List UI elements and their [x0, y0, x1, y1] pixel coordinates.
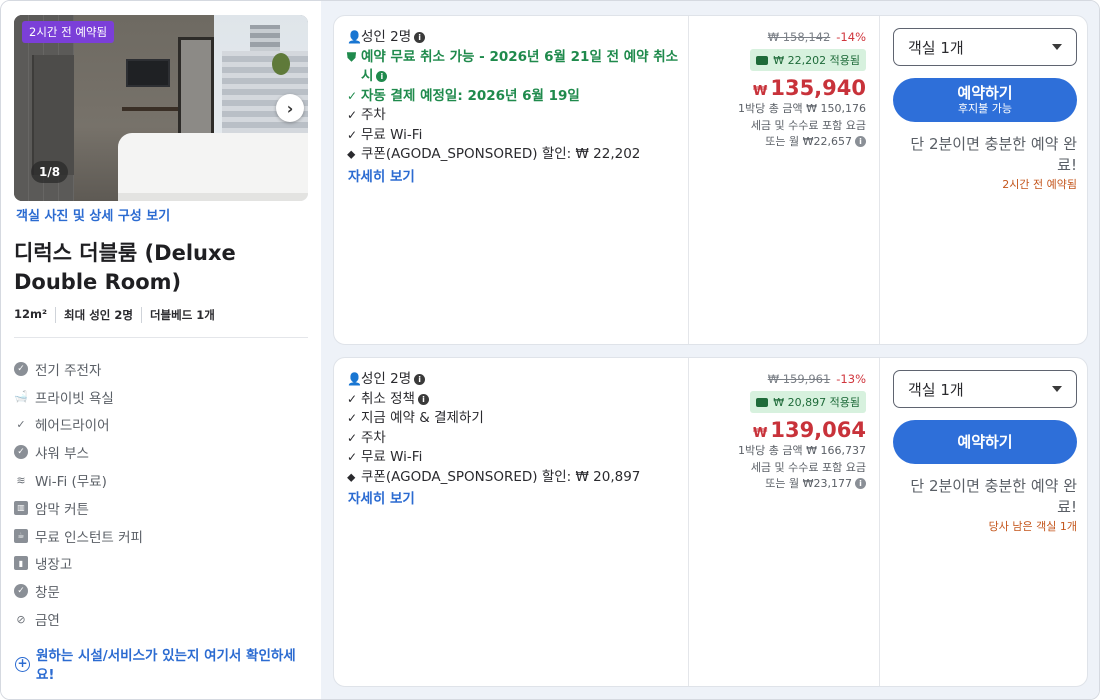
amenity-item: ⊘ 금연 [14, 605, 314, 633]
tag-icon: ⬥ [347, 147, 356, 161]
divider [14, 337, 308, 338]
ticket-icon [756, 56, 769, 65]
info-icon[interactable]: i [414, 32, 426, 43]
feature-coupon: ⬥ 쿠폰(AGODA_SPONSORED) 할인: ₩ 20,897 [347, 468, 688, 488]
amenity-item: ▥ 암막 커튼 [14, 494, 314, 522]
offer-card: 👤 성인 2명 i ✓ 취소 정책 i ✓ 지금 예약 & 결제하기 ✓ 주차 ✓ 무료 Wi… [333, 357, 1088, 687]
urgency-sub-message: 2시간 전 예약됨 [1002, 178, 1077, 191]
offer-card: 👤 성인 2명 i ⛊ 예약 무료 취소 가능 - 2026년 6월 21일 전 예약… [333, 15, 1088, 345]
amenity-item: ☕ 무료 인스턴트 커피 [14, 522, 314, 550]
info-icon[interactable]: i [855, 478, 866, 489]
feature-free-cancel: ⛊ 예약 무료 취소 가능 - 2026년 6월 21일 전 예약 취소 시i [347, 48, 688, 87]
check-icon: ✓ [347, 391, 358, 406]
wifi-icon: ≋ [16, 473, 26, 487]
check-icon: ✓ [347, 430, 358, 445]
bed-type: 더블베드 1개 [140, 307, 223, 323]
fridge-icon: ▮ [14, 556, 28, 571]
amenity-item: ≋ Wi-Fi (무료) [14, 466, 314, 494]
person-icon: 👤 [347, 30, 362, 44]
bathtub-icon: 🛁 [14, 390, 28, 404]
price-notes: 1박당 총 금액 ₩ 150,176 세금 및 수수료 포함 요금 또는 월 ₩… [738, 102, 866, 148]
original-price: ₩ 158,142 [767, 30, 831, 44]
feature-pay-now: ✓ 지금 예약 & 결제하기 [347, 409, 688, 429]
amenity-item: ✓ 헤어드라이어 [14, 411, 314, 439]
info-icon[interactable]: i [376, 71, 388, 82]
check-badge-icon: ✓ [14, 361, 28, 376]
curtain-icon: ▥ [14, 500, 28, 515]
amenity-item: ✓ 전기 주전자 [14, 355, 314, 383]
room-info-panel: 2시간 전 예약됨 › 1/8 객실 사진 및 상세 구성 보기 디럭스 더블룸… [1, 1, 321, 699]
more-details-link[interactable]: 자세히 보기 [348, 165, 688, 185]
more-details-link[interactable]: 자세히 보기 [348, 487, 688, 507]
ticket-icon [756, 398, 769, 407]
next-photo-button[interactable]: › [276, 94, 304, 122]
urgency-sub-message: 당사 남은 객실 1개 [988, 520, 1077, 533]
feature-parking: ✓ 주차 [347, 429, 688, 449]
discount-percent: -13% [836, 372, 866, 386]
check-icon: ✓ [347, 88, 358, 103]
urgency-message: 단 2분이면 충분한 예약 완료! [910, 135, 1077, 174]
room-listing: 2시간 전 예약됨 › 1/8 객실 사진 및 상세 구성 보기 디럭스 더블룸… [0, 0, 1100, 700]
check-icon: ✓ [347, 411, 358, 425]
feature-cancel-policy: ✓ 취소 정책 i [347, 390, 688, 410]
max-occupancy: 최대 성인 2명 [55, 307, 141, 323]
feature-coupon: ⬥ 쿠폰(AGODA_SPONSORED) 할인: ₩ 22,202 [347, 145, 688, 165]
chevron-down-icon [1052, 386, 1062, 392]
offer-price: ₩ 159,961 -13% ₩ 20,897 적용됨 ₩139,064 1박당 … [688, 358, 880, 686]
coupon-applied-badge: ₩ 20,897 적용됨 [750, 391, 866, 413]
offer-actions: 객실 1개 예약하기 후지불 가능 단 2분이면 충분한 예약 완료! 2시간 … [880, 16, 1087, 344]
amenity-item: ✓ 샤워 부스 [14, 438, 314, 466]
book-button[interactable]: 예약하기 후지불 가능 [893, 78, 1077, 122]
coffee-icon: ☕ [14, 528, 28, 543]
chevron-down-icon [1052, 44, 1062, 50]
final-price: ₩139,064 [753, 418, 866, 442]
info-icon[interactable]: i [414, 374, 426, 385]
check-badge-icon: ✓ [14, 445, 28, 460]
price-notes: 1박당 총 금액 ₩ 166,737 세금 및 수수료 포함 요금 또는 월 ₩… [738, 444, 866, 490]
check-icon: ✓ [347, 450, 358, 464]
recently-booked-badge: 2시간 전 예약됨 [22, 21, 115, 43]
feature-occupancy: 👤 성인 2명 i [347, 370, 688, 390]
check-badge-icon: ✓ [14, 584, 28, 599]
check-icon: ✓ [16, 417, 26, 431]
room-size: 12m² [14, 307, 48, 321]
urgency-message: 단 2분이면 충분한 예약 완료! [910, 477, 1077, 516]
info-icon[interactable]: i [417, 393, 429, 405]
check-icon: ✓ [347, 127, 358, 142]
amenity-item: 🛁 프라이빗 욕실 [14, 390, 114, 407]
offer-features: 👤 성인 2명 i ⛊ 예약 무료 취소 가능 - 2026년 6월 21일 전 예약… [334, 16, 688, 344]
final-price: ₩135,940 [753, 76, 866, 100]
book-button[interactable]: 예약하기 [893, 420, 1077, 464]
tag-icon: ⬥ [347, 469, 356, 484]
room-quantity-select[interactable]: 객실 1개 [893, 28, 1077, 66]
amenity-item: ✓ 창문 [14, 577, 314, 605]
coupon-applied-badge: ₩ 22,202 적용됨 [750, 49, 866, 71]
offer-actions: 객실 1개 예약하기 단 2분이면 충분한 예약 완료! 당사 남은 객실 1개 [880, 358, 1087, 686]
photo-counter: 1/8 [31, 161, 69, 183]
discount-percent: -14% [836, 30, 866, 44]
feature-wifi: ✓ 무료 Wi-Fi [347, 126, 688, 146]
info-icon[interactable]: i [855, 136, 866, 147]
feature-occupancy: 👤 성인 2명 i [347, 28, 688, 48]
check-icon: ✓ [347, 108, 358, 122]
feature-parking: ✓ 주차 [347, 106, 688, 126]
original-price: ₩ 159,961 [767, 372, 831, 386]
person-icon: 👤 [347, 372, 362, 386]
room-specs: 12m² 최대 성인 2명 더블베드 1개 [14, 307, 223, 323]
amenities-list: ✓ 전기 주전자 🛁 프라이빗 욕실 ✓ 헤어드라이어 ✓ 샤워 부스 ≋ Wi-Fi (… [14, 355, 314, 633]
shield-check-icon: ⛊ [347, 49, 357, 64]
room-photos-link[interactable]: 객실 사진 및 상세 구성 보기 [16, 205, 170, 224]
room-title: 디럭스 더블룸 (Deluxe Double Room) [14, 241, 236, 294]
offer-price: ₩ 158,142 -14% ₩ 22,202 적용됨 ₩135,940 1박당 … [688, 16, 880, 344]
room-quantity-select[interactable]: 객실 1개 [893, 370, 1077, 408]
amenity-help-link[interactable]: + 원하는 시설/서비스가 있는지 여기서 확인하세요! [15, 647, 305, 685]
amenity-item: ▮ 냉장고 [14, 550, 314, 578]
feature-wifi: ✓ 무료 Wi-Fi [347, 448, 688, 468]
feature-auto-payment: ✓ 자동 결제 예정일: 2026년 6월 19일 [347, 87, 688, 107]
offer-features: 👤 성인 2명 i ✓ 취소 정책 i ✓ 지금 예약 & 결제하기 ✓ 주차 ✓ 무료 Wi… [334, 358, 688, 686]
no-smoking-icon: ⊘ [16, 612, 26, 626]
plus-circle-icon: + [15, 657, 30, 672]
chevron-right-icon: › [286, 98, 294, 118]
